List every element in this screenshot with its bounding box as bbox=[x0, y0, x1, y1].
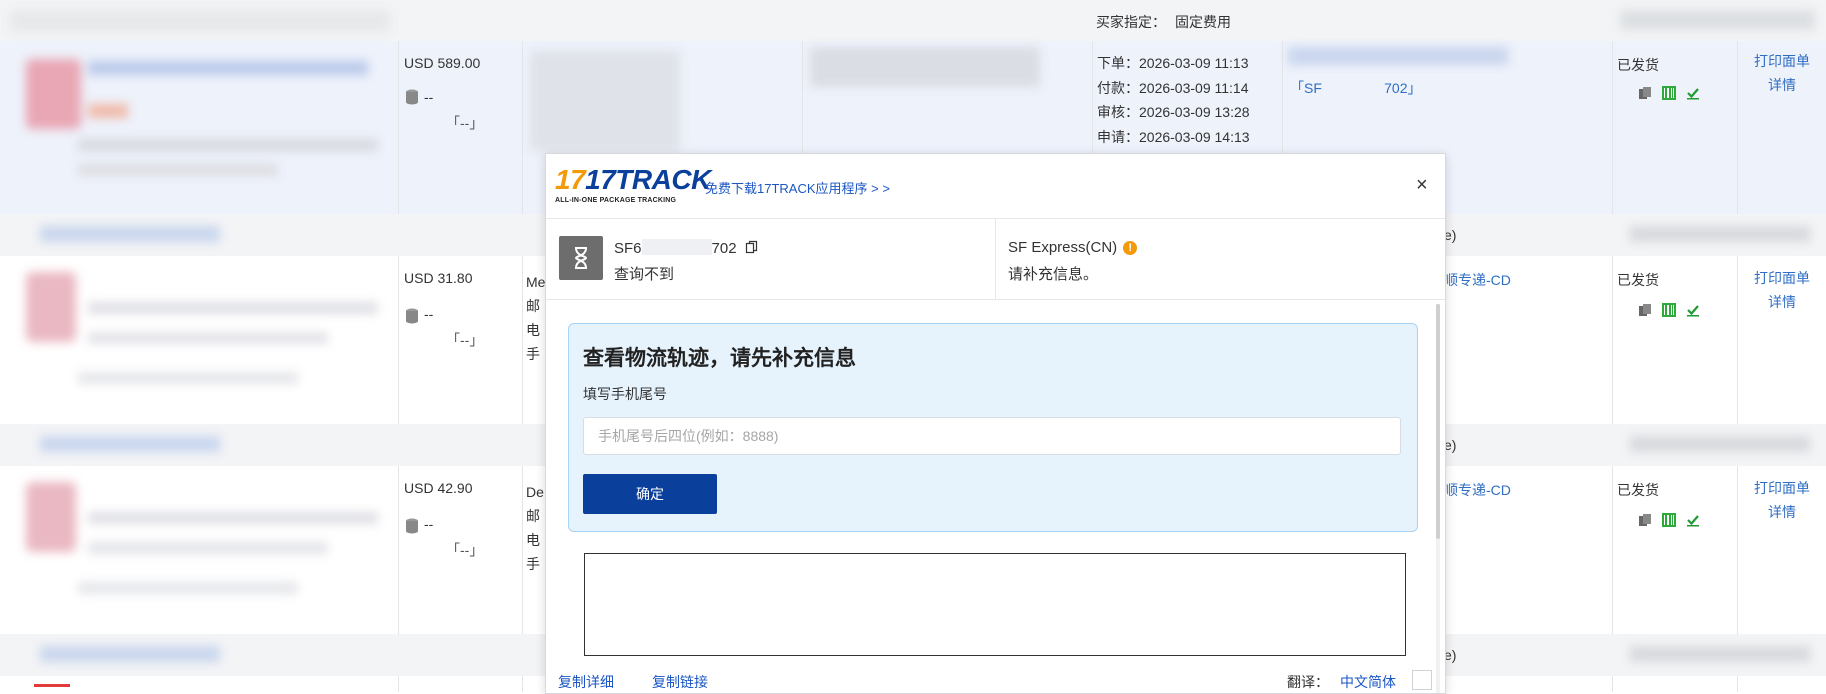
tracking-number-link[interactable]: 「SF 702」 bbox=[1290, 78, 1421, 98]
coin-stack-icon bbox=[406, 89, 418, 105]
print-label-link[interactable]: 打印面单 bbox=[1752, 49, 1812, 73]
blurred-product-info bbox=[8, 472, 388, 627]
date-paid: 付款：2026-03-09 11:14 bbox=[1097, 79, 1249, 96]
bracket-value: 「--」 bbox=[446, 542, 484, 558]
coin-stack-icon bbox=[406, 518, 418, 534]
copy-link-link[interactable]: 复制链接 bbox=[652, 672, 708, 692]
phone-label: 填写手机尾号 bbox=[583, 386, 667, 402]
carrier-link[interactable]: 顺专递-CD bbox=[1444, 480, 1511, 500]
scrollbar-thumb[interactable] bbox=[1436, 304, 1440, 539]
barcode-icon[interactable] bbox=[1662, 303, 1676, 317]
coin-value: -- bbox=[424, 306, 434, 322]
coin-value: -- bbox=[424, 516, 434, 532]
copy-detail-link[interactable]: 复制详细 bbox=[558, 672, 614, 692]
check-icon[interactable] bbox=[1686, 513, 1700, 527]
barcode-icon[interactable] bbox=[1662, 513, 1676, 527]
print-label-link[interactable]: 打印面单 bbox=[1752, 476, 1812, 500]
translate-label: 翻译： bbox=[1287, 674, 1329, 690]
bracket-value: 「--」 bbox=[446, 115, 484, 131]
phone-tail-input[interactable] bbox=[583, 417, 1401, 455]
coin-value: -- bbox=[424, 89, 434, 105]
date-reviewed: 审核：2026-03-09 13:28 bbox=[1097, 104, 1250, 120]
order-price: USD 589.00 bbox=[404, 55, 481, 71]
hourglass-icon bbox=[559, 236, 603, 280]
bracket-value: 「--」 bbox=[446, 332, 484, 348]
detail-link[interactable]: 详情 bbox=[1752, 500, 1812, 524]
blurred-logistics bbox=[1288, 47, 1508, 65]
check-icon[interactable] bbox=[1686, 303, 1700, 317]
carrier-message: 请补充信息。 bbox=[1008, 266, 1099, 283]
tracking-status: 查询不到 bbox=[614, 266, 675, 283]
language-dropdown-box[interactable] bbox=[1412, 670, 1432, 690]
tracking-number: SF6 702 bbox=[614, 239, 759, 257]
buyer-spec-label: 买家指定： bbox=[1096, 14, 1166, 30]
language-select[interactable]: 中文简体 bbox=[1340, 672, 1396, 692]
17track-logo: 1717TRACK ALL-IN-ONE PACKAGE TRACKING bbox=[555, 164, 711, 205]
carrier-link[interactable]: 顺专递-CD bbox=[1444, 270, 1511, 290]
blurred-header-left bbox=[10, 10, 390, 32]
tracking-summary: SF6 702 查询不到 SF Express(CN)! 请补充信息。 bbox=[546, 218, 1445, 300]
row-links: 打印面单 详情 bbox=[1752, 266, 1812, 314]
row-action-icons bbox=[1638, 303, 1700, 317]
barcode-icon[interactable] bbox=[1662, 86, 1676, 100]
date-applied: 申请：2026-03-09 14:13 bbox=[1097, 128, 1250, 145]
download-app-link[interactable]: 免费下载17TRACK应用程序 > > bbox=[705, 178, 890, 197]
order-price: USD 31.80 bbox=[404, 270, 473, 286]
verify-title: 查看物流轨迹，请先补充信息 bbox=[583, 347, 856, 370]
blurred-header-right bbox=[1620, 10, 1815, 30]
tracking-modal: 1717TRACK ALL-IN-ONE PACKAGE TRACKING 免费… bbox=[545, 153, 1446, 694]
row-links: 打印面单 详情 bbox=[1752, 49, 1812, 97]
logo-tagline: ALL-IN-ONE PACKAGE TRACKING bbox=[555, 197, 677, 204]
buyer-spec-value: 固定费用 bbox=[1175, 14, 1231, 30]
blurred-buyer bbox=[810, 47, 1040, 87]
copy-icon[interactable] bbox=[1638, 513, 1652, 527]
order-status: 已发货 bbox=[1617, 482, 1659, 498]
order-status: 已发货 bbox=[1617, 57, 1659, 73]
row-action-icons bbox=[1638, 513, 1700, 527]
print-label-link[interactable]: 打印面单 bbox=[1752, 266, 1812, 290]
order-status: 已发货 bbox=[1617, 272, 1659, 288]
verify-info-panel: 查看物流轨迹，请先补充信息 填写手机尾号 确定 bbox=[568, 323, 1418, 532]
tracking-result-area bbox=[584, 553, 1406, 656]
logo-text: 17TRACK bbox=[585, 164, 711, 195]
warning-icon: ! bbox=[1123, 241, 1138, 255]
table-header-bar: 买家指定： 固定费用 bbox=[0, 0, 1826, 42]
check-icon[interactable] bbox=[1686, 86, 1700, 100]
modal-header: 1717TRACK ALL-IN-ONE PACKAGE TRACKING 免费… bbox=[546, 154, 1445, 219]
order-price: USD 42.90 bbox=[404, 480, 473, 496]
copy-icon[interactable] bbox=[1638, 303, 1652, 317]
close-icon[interactable]: × bbox=[1416, 174, 1428, 197]
coin-stack-icon bbox=[406, 308, 418, 324]
address-lines: Me 邮 电 手 bbox=[526, 274, 546, 362]
row-links: 打印面单 详情 bbox=[1752, 476, 1812, 524]
masked-segment bbox=[641, 239, 712, 255]
row-action-icons bbox=[1638, 86, 1700, 100]
order-timeline: 下单：2026-03-09 11:13 付款：2026-03-09 11:14 … bbox=[1097, 53, 1250, 151]
blurred-product-info bbox=[8, 49, 388, 209]
detail-link[interactable]: 详情 bbox=[1752, 73, 1812, 97]
confirm-button[interactable]: 确定 bbox=[583, 474, 717, 514]
date-ordered: 下单：2026-03-09 11:13 bbox=[1097, 55, 1249, 71]
blurred-product-info bbox=[8, 262, 388, 417]
copy-icon[interactable] bbox=[1638, 86, 1652, 100]
address-lines: De 邮 电 手 bbox=[526, 484, 544, 572]
carrier-name: SF Express(CN)! bbox=[1008, 239, 1138, 256]
copy-icon[interactable] bbox=[745, 240, 759, 254]
blurred-address bbox=[530, 51, 680, 151]
detail-link[interactable]: 详情 bbox=[1752, 290, 1812, 314]
